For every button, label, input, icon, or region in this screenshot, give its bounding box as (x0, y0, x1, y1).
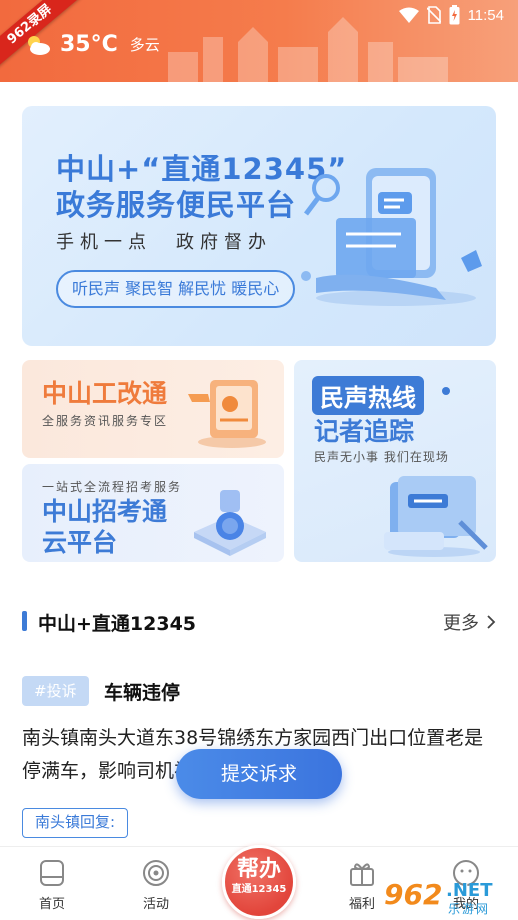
status-time: 11:54 (467, 6, 504, 24)
watermark-net: .NET (446, 880, 493, 901)
exam-platform-illustration (194, 490, 266, 556)
card-reform-portal[interactable]: 中山工改通 全服务资讯服务专区 (22, 360, 284, 458)
phone-document-illustration (301, 168, 482, 306)
activity-icon (143, 860, 169, 886)
watermark-number: 962 (384, 878, 443, 911)
card-exam-title-line2: 云平台 (42, 528, 118, 557)
status-bar: 11:54 (398, 5, 504, 25)
banner-slogan: 手机一点 政府督办 (56, 232, 272, 253)
banner-title-line2: 政务服务便民平台 (56, 188, 297, 222)
site-watermark-logo: 962 .NET 乐游网 (384, 878, 512, 916)
card-hotline-title: 民声热线 (312, 376, 424, 415)
watermark-sub: 乐游网 (448, 902, 491, 916)
cloudy-sun-icon (28, 35, 50, 55)
nav-center-help-button[interactable]: 帮办 直通12345 (222, 845, 296, 919)
nav-home[interactable]: 首页 (22, 859, 82, 912)
nav-home-label: 首页 (38, 897, 65, 912)
home-icon (40, 860, 64, 886)
no-sim-icon (426, 6, 441, 24)
more-link[interactable]: 更多 (443, 609, 496, 635)
card-reform-title: 中山工改通 (42, 379, 168, 408)
card-hotline[interactable]: 民声热线 记者追踪 民声无小事 我们在现场 (294, 360, 496, 562)
nav-welfare-label: 福利 (348, 897, 375, 912)
section-accent-bar (22, 611, 27, 631)
nav-welfare[interactable]: 福利 (332, 859, 392, 912)
section-header: 中山+直通12345 更多 (22, 606, 496, 638)
card-hotline-title2: 记者追踪 (314, 417, 415, 446)
card-exam-subtitle: 一站式全流程招考服务 (42, 480, 183, 494)
wifi-icon (398, 7, 419, 23)
nav-activity[interactable]: 活动 (126, 859, 186, 912)
folder-pen-illustration (384, 476, 488, 557)
document-stack-illustration (188, 380, 266, 448)
more-label: 更多 (443, 613, 479, 634)
nav-center-line1: 帮办 (236, 857, 281, 882)
chevron-right-icon (487, 615, 496, 629)
nav-center-line2: 直通12345 (231, 884, 287, 895)
complaint-tag: #投诉 (22, 676, 89, 706)
banner-pill: 听民声 聚民智 解民忧 暖民心 (56, 270, 296, 308)
nav-activity-label: 活动 (142, 897, 169, 912)
weather-condition: 多云 (129, 36, 160, 54)
submit-request-button[interactable]: 提交诉求 (176, 749, 342, 799)
reply-tag: 南头镇回复: (22, 808, 129, 838)
weather-widget[interactable]: 35°C 多云 (24, 32, 160, 57)
battery-charging-icon (449, 5, 460, 25)
card-hotline-subtitle: 民声无小事 我们在现场 (314, 450, 449, 464)
hotline-dot (442, 387, 450, 395)
hero-banner[interactable]: 中山+“直通12345” 政务服务便民平台 手机一点 政府督办 听民声 聚民智 … (22, 106, 496, 346)
card-reform-subtitle: 全服务资讯服务专区 (42, 414, 169, 428)
section-title: 中山+直通12345 (38, 613, 197, 635)
card-exam-portal[interactable]: 一站式全流程招考服务 中山招考通 云平台 (22, 464, 284, 562)
gift-icon (350, 863, 374, 886)
temperature: 35°C (60, 32, 118, 57)
item-title[interactable]: 车辆违停 (104, 678, 180, 705)
header: 962录屏 35°C 多云 11:54 (0, 0, 518, 82)
card-exam-title-line1: 中山招考通 (42, 497, 168, 526)
card-exam-title: 中山招考通 云平台 (42, 496, 167, 558)
